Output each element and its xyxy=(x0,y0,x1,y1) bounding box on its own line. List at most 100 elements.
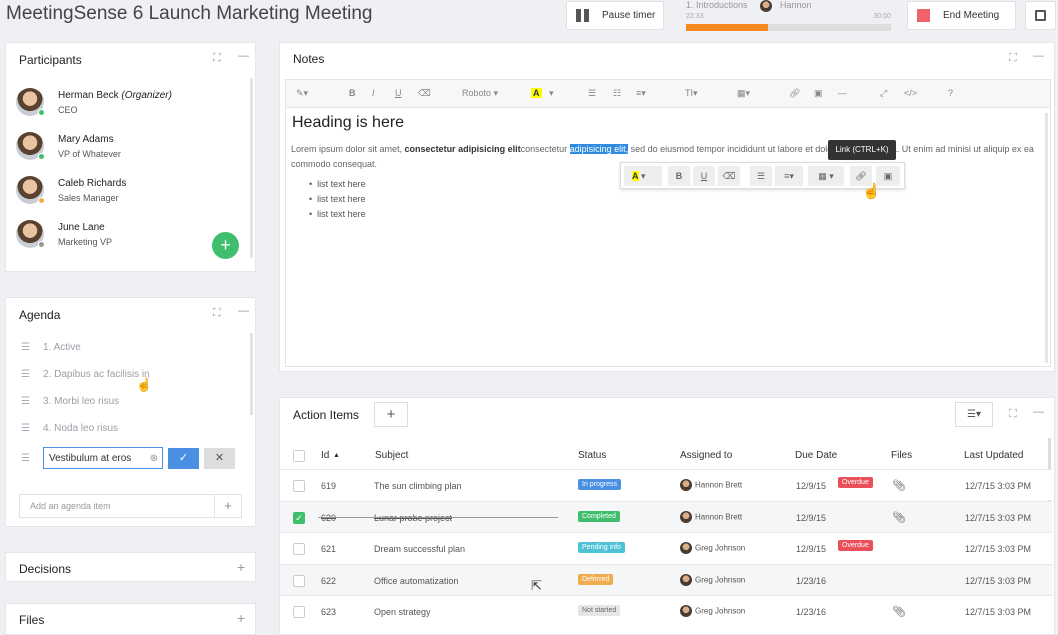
bullet-list-icon[interactable]: ☰ xyxy=(750,166,772,186)
row-checkbox[interactable] xyxy=(293,480,305,492)
participant-item[interactable]: Mary Adams VP of Whatever xyxy=(16,132,121,162)
bold-icon[interactable]: B xyxy=(668,166,690,186)
save-button[interactable] xyxy=(1025,1,1056,30)
style-icon[interactable]: ✎▾ xyxy=(296,88,308,99)
image-icon[interactable]: ▣ xyxy=(814,88,823,99)
end-meeting-button[interactable]: End Meeting xyxy=(907,1,1016,30)
add-action-button[interactable]: + xyxy=(374,402,408,427)
fullscreen-icon[interactable]: ⤢ xyxy=(880,88,887,99)
expand-icon[interactable]: ⛶ xyxy=(1009,408,1017,421)
collapse-icon[interactable]: — xyxy=(1033,50,1044,62)
col-subject[interactable]: Subject xyxy=(375,450,408,461)
agenda-scrollbar[interactable] xyxy=(250,333,253,415)
status-badge[interactable]: Completed xyxy=(578,510,620,522)
expand-icon[interactable]: ⛶ xyxy=(213,307,221,320)
agenda-item[interactable]: ☰ 2. Dapibus ac facilisis in xyxy=(21,369,150,380)
agenda-item[interactable]: ☰ 3. Morbi leo risus xyxy=(21,396,119,407)
row-assignee[interactable]: Hannon Brett xyxy=(680,510,742,523)
paperclip-icon[interactable]: 📎︎ xyxy=(892,479,906,492)
confirm-button[interactable]: ✓ xyxy=(168,447,199,469)
plus-icon[interactable]: + xyxy=(237,610,245,626)
decisions-panel[interactable]: Decisions + xyxy=(5,552,256,582)
agenda-item[interactable]: ☰ 1. Active xyxy=(21,342,81,353)
expand-icon[interactable]: ⛶ xyxy=(213,52,221,65)
col-status[interactable]: Status xyxy=(578,450,606,461)
col-due[interactable]: Due Date xyxy=(795,450,837,461)
agenda-edit-input[interactable]: Vestibulum at eros ⊗ xyxy=(43,447,163,469)
participant-item[interactable]: Herman Beck (Organizer) CEO xyxy=(16,88,172,118)
row-assignee[interactable]: Greg Johnson xyxy=(680,573,745,586)
participant-item[interactable]: Caleb Richards Sales Manager xyxy=(16,176,126,206)
table-icon[interactable]: ▦▾ xyxy=(737,88,750,99)
highlight-color-icon[interactable]: A xyxy=(531,88,542,98)
clear-icon[interactable]: ⊗ xyxy=(150,453,158,464)
drag-handle-icon[interactable]: ☰ xyxy=(21,423,31,434)
row-assignee[interactable]: Hannon Brett xyxy=(680,479,742,491)
paperclip-icon[interactable]: 📎︎ xyxy=(892,605,906,618)
underline-icon[interactable]: U xyxy=(693,166,715,186)
table-row[interactable]: 622 Office automatization Deferred Greg Joh… xyxy=(280,563,1052,595)
row-assignee[interactable]: Greg Johnson xyxy=(680,605,745,617)
row-subject[interactable]: The sun climbing plan xyxy=(374,481,462,491)
row-checkbox[interactable] xyxy=(293,543,305,555)
drag-handle-icon[interactable]: ☰ xyxy=(21,342,31,353)
table-row[interactable]: ✓ 620 Lunar probe project Completed Hannon B… xyxy=(280,500,1052,532)
files-panel[interactable]: Files + xyxy=(5,603,256,635)
editor-scrollbar[interactable] xyxy=(1045,113,1048,363)
hr-icon[interactable]: — xyxy=(838,88,847,98)
paperclip-icon[interactable]: 📎︎ xyxy=(892,511,906,524)
expand-icon[interactable]: ⛶ xyxy=(1009,52,1017,65)
cancel-button[interactable]: ✕ xyxy=(204,447,235,469)
col-files[interactable]: Files xyxy=(891,450,912,461)
text-size-icon[interactable]: TI▾ xyxy=(685,88,698,99)
status-badge[interactable]: Deferred xyxy=(578,573,614,585)
bullet-list-icon[interactable]: ☰ xyxy=(588,88,596,99)
col-assigned[interactable]: Assigned to xyxy=(680,450,732,461)
table-row[interactable]: 621 Dream successful plan Pending info Greg… xyxy=(280,532,1052,563)
add-agenda-input[interactable]: Add an agenda item + xyxy=(19,494,242,518)
eraser-icon[interactable]: ⌫ xyxy=(418,88,431,99)
code-icon[interactable]: </> xyxy=(904,88,917,98)
row-subject[interactable]: Lunar probe project xyxy=(374,513,452,523)
status-badge[interactable]: Pending info xyxy=(578,542,625,553)
italic-icon[interactable]: I xyxy=(372,88,375,98)
header-checkbox[interactable] xyxy=(293,450,305,462)
participant-item[interactable]: June Lane Marketing VP xyxy=(16,220,112,250)
agenda-item[interactable]: ☰ 4. Noda leo risus xyxy=(21,423,118,434)
align-icon[interactable]: ≡▾ xyxy=(775,166,803,186)
participants-scrollbar[interactable] xyxy=(250,78,253,258)
help-icon[interactable]: ? xyxy=(948,88,953,98)
plus-icon[interactable]: + xyxy=(237,559,245,575)
table-row[interactable]: 623 Open strategy Not started Greg Johnson 1… xyxy=(280,595,1052,626)
table-row[interactable]: 619 The sun climbing plan In progress Hanno… xyxy=(280,469,1052,500)
add-agenda-button[interactable]: + xyxy=(214,495,241,517)
status-badge[interactable]: In progress xyxy=(578,479,622,490)
collapse-icon[interactable]: — xyxy=(238,305,249,317)
row-subject[interactable]: Office automatization xyxy=(374,576,458,586)
eraser-icon[interactable]: ⌫ xyxy=(718,166,740,186)
link-icon[interactable]: 🔗︎ xyxy=(789,88,800,99)
drag-handle-icon[interactable]: ☰ xyxy=(21,369,31,380)
row-subject[interactable]: Dream successful plan xyxy=(374,544,465,554)
font-select[interactable]: Roboto ▾ xyxy=(462,88,498,99)
row-checkbox[interactable] xyxy=(293,574,305,587)
status-badge[interactable]: Not started xyxy=(578,605,621,616)
col-id[interactable]: Id xyxy=(321,450,329,461)
row-checkbox[interactable] xyxy=(293,606,305,618)
sort-asc-icon[interactable]: ▲ xyxy=(333,452,340,459)
drag-handle-icon[interactable]: ☰ xyxy=(21,396,31,407)
row-checkbox[interactable]: ✓ xyxy=(293,511,305,524)
columns-menu-button[interactable]: ☰▾ xyxy=(955,402,993,427)
col-updated[interactable]: Last Updated xyxy=(964,450,1024,461)
chevron-down-icon[interactable]: ▾ xyxy=(549,88,554,99)
drag-handle-icon[interactable]: ☰ xyxy=(21,453,31,464)
row-assignee[interactable]: Greg Johnson xyxy=(680,542,745,554)
collapse-icon[interactable]: — xyxy=(1033,406,1044,418)
bold-icon[interactable]: B xyxy=(349,88,356,98)
row-subject[interactable]: Open strategy xyxy=(374,607,431,617)
collapse-icon[interactable]: — xyxy=(238,50,249,62)
highlight-color-icon[interactable]: A ▾ xyxy=(624,166,662,186)
underline-icon[interactable]: U xyxy=(395,88,402,98)
numbered-list-icon[interactable]: ☷ xyxy=(613,88,621,99)
add-participant-button[interactable]: + xyxy=(212,232,239,259)
